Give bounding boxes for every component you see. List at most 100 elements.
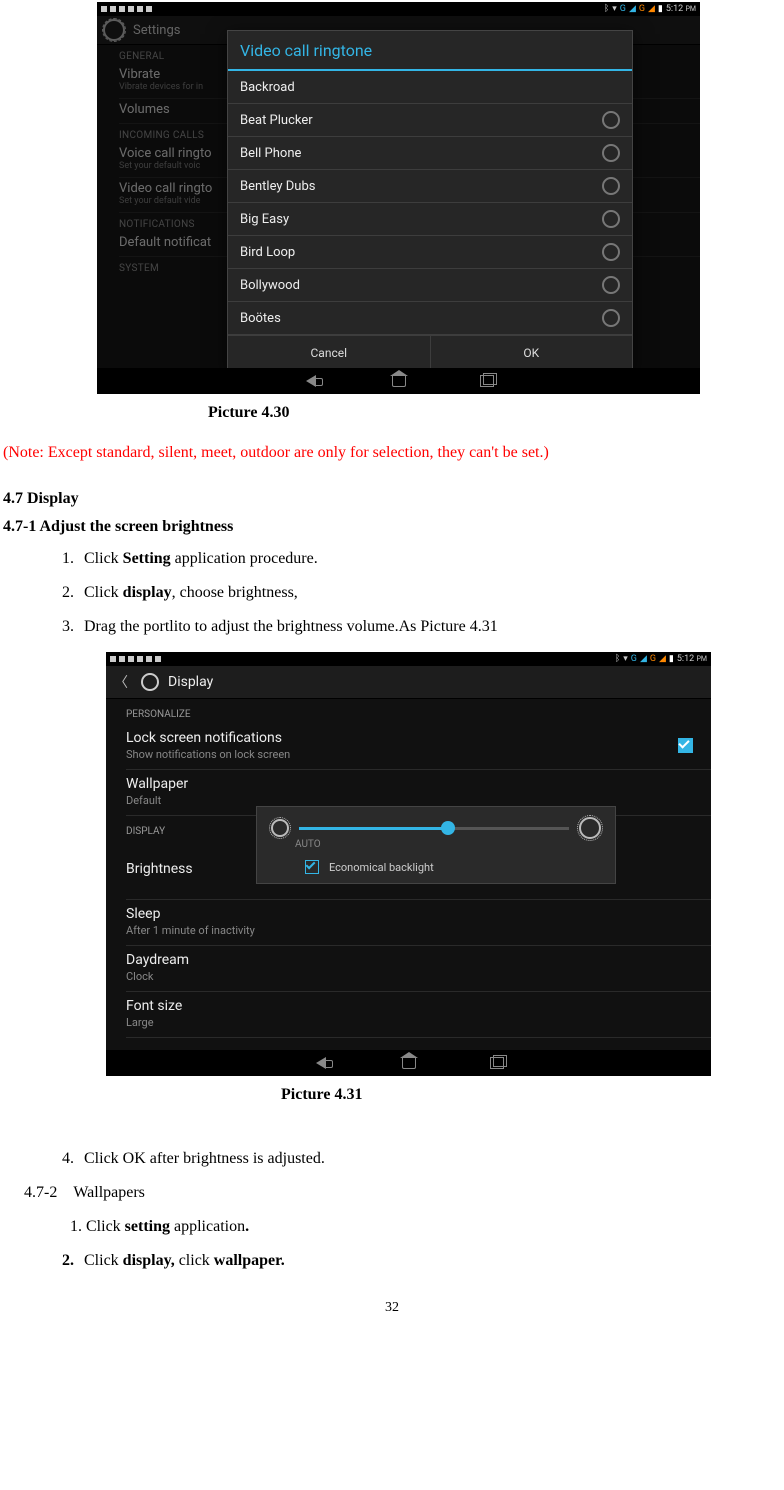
radio-icon [602, 243, 620, 261]
home-icon[interactable] [390, 374, 408, 388]
status-icon [155, 656, 161, 662]
steps-4-7-1: Click Setting application procedure. Cli… [78, 550, 784, 636]
option-label: Big Easy [240, 212, 289, 227]
signal-icon-2: ◢ [648, 4, 655, 14]
item-sleep[interactable]: Sleep After 1 minute of inactivity [126, 900, 711, 946]
brightness-popup: AUTO Economical backlight [256, 806, 616, 884]
status-icon [146, 656, 152, 662]
section-4-7-1-title: 4.7-1 Adjust the screen brightness [3, 518, 784, 536]
step-4-7-2-1: 1. Click setting application. [70, 1218, 784, 1236]
steps-4-7-2: Click display, click wallpaper. [78, 1252, 784, 1270]
status-icon [119, 656, 125, 662]
nav-bar [97, 368, 700, 394]
item-lock-screen-notifications[interactable]: Lock screen notifications Show notificat… [126, 724, 711, 770]
ok-button[interactable]: OK [431, 336, 633, 368]
brightness-high-icon [579, 817, 601, 839]
step-2: Click display, choose brightness, [78, 584, 784, 602]
display-title: Display [168, 674, 213, 690]
ringtone-option-bird-loop[interactable]: Bird Loop [228, 236, 632, 269]
signal-icon-2: ◢ [659, 654, 666, 664]
caption-picture-4-30: Picture 4.30 [208, 404, 784, 422]
display-header: 〈 Display [106, 666, 711, 699]
wifi-icon: ▾ [623, 654, 628, 664]
radio-icon [602, 177, 620, 195]
ringtone-option-backroad[interactable]: Backroad [228, 71, 632, 104]
steps-4-7-1-continued: Click OK after brightness is adjusted. [78, 1150, 784, 1168]
battery-icon: ▮ [658, 4, 663, 14]
option-label: Bird Loop [240, 245, 295, 260]
auto-label: AUTO [295, 839, 601, 850]
status-bar: ᛒ ▾ G ◢ G ◢ ▮ 5:12 PM [106, 652, 711, 666]
caption-picture-4-31: Picture 4.31 [281, 1086, 784, 1104]
ringtone-option-bollywood[interactable]: Bollywood [228, 269, 632, 302]
step-4-7-2-2: Click display, click wallpaper. [78, 1252, 784, 1270]
ringtone-option-big-easy[interactable]: Big Easy [228, 203, 632, 236]
recent-apps-icon[interactable] [488, 1056, 506, 1070]
item-daydream[interactable]: Daydream Clock [126, 946, 711, 992]
category-personalize: PERSONALIZE [126, 699, 711, 724]
status-icon [128, 6, 134, 12]
step-4: Click OK after brightness is adjusted. [78, 1150, 784, 1168]
ringtone-option-beat-plucker[interactable]: Beat Plucker [228, 104, 632, 137]
ringtone-option-bootes[interactable]: Boötes [228, 302, 632, 335]
radio-icon [602, 309, 620, 327]
brightness-slider[interactable] [299, 827, 569, 830]
signal-icon: ◢ [629, 4, 636, 14]
nav-bar [106, 1050, 711, 1076]
back-chevron-icon[interactable]: 〈 [110, 672, 132, 692]
economical-backlight-checkbox[interactable] [305, 860, 319, 874]
economical-backlight-label: Economical backlight [329, 861, 434, 874]
dialog-title: Video call ringtone [228, 31, 632, 71]
option-label: Bollywood [240, 278, 300, 293]
brightness-low-icon [271, 819, 289, 837]
status-icon [110, 6, 116, 12]
status-icon [137, 6, 143, 12]
radio-icon [602, 144, 620, 162]
signal-icon: ◢ [640, 654, 647, 664]
step-3: Drag the portlito to adjust the brightne… [78, 618, 784, 636]
section-4-7-title: 4.7 Display [3, 490, 784, 508]
signal-g-label: G [620, 4, 626, 14]
section-4-7-2: 4.7-2 Wallpapers [24, 1184, 784, 1202]
screenshot-picture-4-30: ᛒ ▾ G ◢ G ◢ ▮ 5:12 PM Settings GENERAL [97, 2, 700, 394]
note-text: (Note: Except standard, silent, meet, ou… [3, 444, 784, 462]
status-time: 5:12 PM [677, 654, 707, 664]
status-icon [146, 6, 152, 12]
video-call-ringtone-dialog: Video call ringtone Backroad Beat Plucke… [227, 30, 633, 368]
signal-g-label-2: G [639, 4, 645, 14]
back-icon[interactable] [302, 374, 320, 388]
status-icon [101, 6, 107, 12]
signal-g-label: G [631, 654, 637, 664]
status-icon [119, 6, 125, 12]
option-label: Backroad [240, 80, 295, 95]
home-icon[interactable] [400, 1056, 418, 1070]
status-icon [110, 656, 116, 662]
gear-icon [138, 670, 162, 694]
option-label: Boötes [240, 311, 281, 326]
radio-icon [602, 111, 620, 129]
signal-g-label-2: G [650, 654, 656, 664]
status-bar: ᛒ ▾ G ◢ G ◢ ▮ 5:12 PM [97, 2, 700, 16]
status-time: 5:12 PM [666, 4, 696, 14]
bluetooth-icon: ᛒ [604, 4, 609, 14]
bluetooth-icon: ᛒ [615, 654, 620, 664]
option-label: Bell Phone [240, 146, 301, 161]
status-icon [137, 656, 143, 662]
screenshot-picture-4-31: ᛒ ▾ G ◢ G ◢ ▮ 5:12 PM 〈 Display PERSONAL… [106, 652, 711, 1076]
status-icon [128, 656, 134, 662]
option-label: Beat Plucker [240, 113, 313, 128]
option-label: Bentley Dubs [240, 179, 315, 194]
ringtone-option-bell-phone[interactable]: Bell Phone [228, 137, 632, 170]
back-icon[interactable] [312, 1056, 330, 1070]
battery-icon: ▮ [669, 654, 674, 664]
recent-apps-icon[interactable] [478, 374, 496, 388]
page-number: 32 [0, 1300, 784, 1316]
slider-thumb-icon[interactable] [441, 821, 455, 835]
checkbox-checked-icon[interactable] [678, 738, 693, 753]
ringtone-option-bentley-dubs[interactable]: Bentley Dubs [228, 170, 632, 203]
radio-icon [602, 276, 620, 294]
item-font-size[interactable]: Font size Large [126, 992, 711, 1038]
radio-icon [602, 210, 620, 228]
cancel-button[interactable]: Cancel [228, 336, 431, 368]
wifi-icon: ▾ [612, 4, 617, 14]
